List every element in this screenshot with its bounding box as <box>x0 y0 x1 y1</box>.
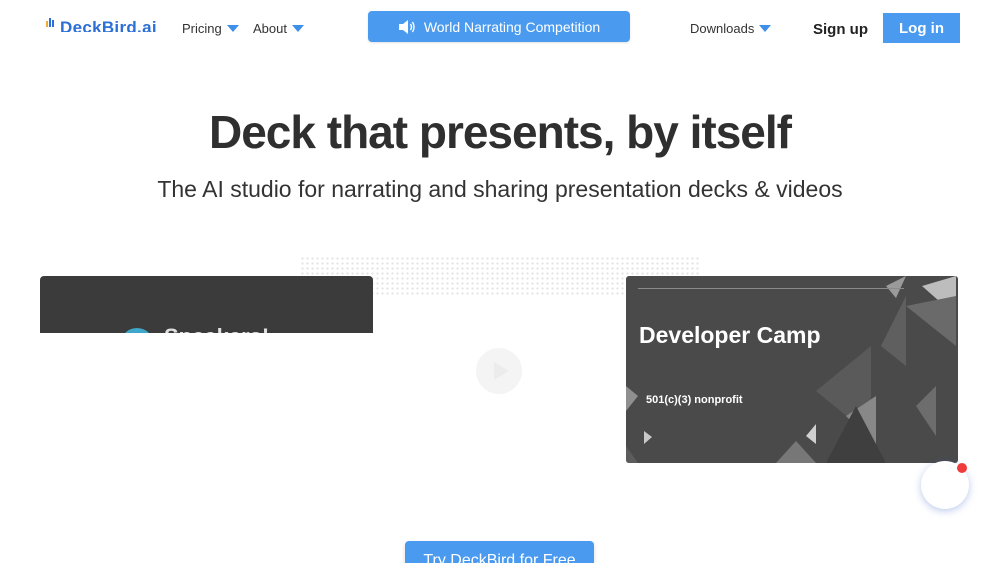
nav-about-label: About <box>253 21 287 36</box>
nav-pricing-label: Pricing <box>182 21 222 36</box>
signup-link[interactable]: Sign up <box>813 21 868 38</box>
speaker-icon <box>398 19 415 34</box>
chevron-down-icon <box>759 24 772 32</box>
login-button[interactable]: Log in <box>883 13 960 43</box>
try-free-button[interactable]: Try DeckBird for Free <box>405 541 594 563</box>
logo[interactable]: DeckBird.ai <box>46 14 164 32</box>
notification-dot <box>957 463 967 473</box>
hero-title: Deck that presents, by itself <box>209 106 792 158</box>
card-divider <box>638 288 904 289</box>
preview-card-right[interactable]: Developer Camp 501(c)(3) nonprofit <box>626 276 958 463</box>
competition-banner-button[interactable]: World Narrating Competition <box>368 11 630 42</box>
logo-text: DeckBird.ai <box>60 18 157 32</box>
chevron-down-icon <box>291 24 304 32</box>
logo-mark-icon <box>46 18 54 27</box>
preview-card-left[interactable]: Speakers! <box>40 276 373 333</box>
preview-card-subtitle: 501(c)(3) nonprofit <box>646 394 743 406</box>
nav-pricing[interactable]: Pricing <box>182 21 239 36</box>
chevron-down-icon <box>226 24 239 32</box>
banner-label: World Narrating Competition <box>423 18 601 35</box>
nav-about[interactable]: About <box>253 21 304 36</box>
play-icon <box>494 362 509 380</box>
nav-downloads[interactable]: Downloads <box>690 21 772 36</box>
site-header: DeckBird.ai Pricing About World Narratin… <box>0 0 1000 56</box>
triangle-pattern-decoration <box>626 276 956 463</box>
preview-card-title: Developer Camp <box>639 322 821 348</box>
hero-subtitle: The AI studio for narrating and sharing … <box>157 176 843 202</box>
speaker-avatar <box>120 328 154 333</box>
play-button[interactable] <box>476 348 522 394</box>
nav-downloads-label: Downloads <box>690 21 755 36</box>
preview-card-left-text: Speakers! <box>164 324 269 333</box>
